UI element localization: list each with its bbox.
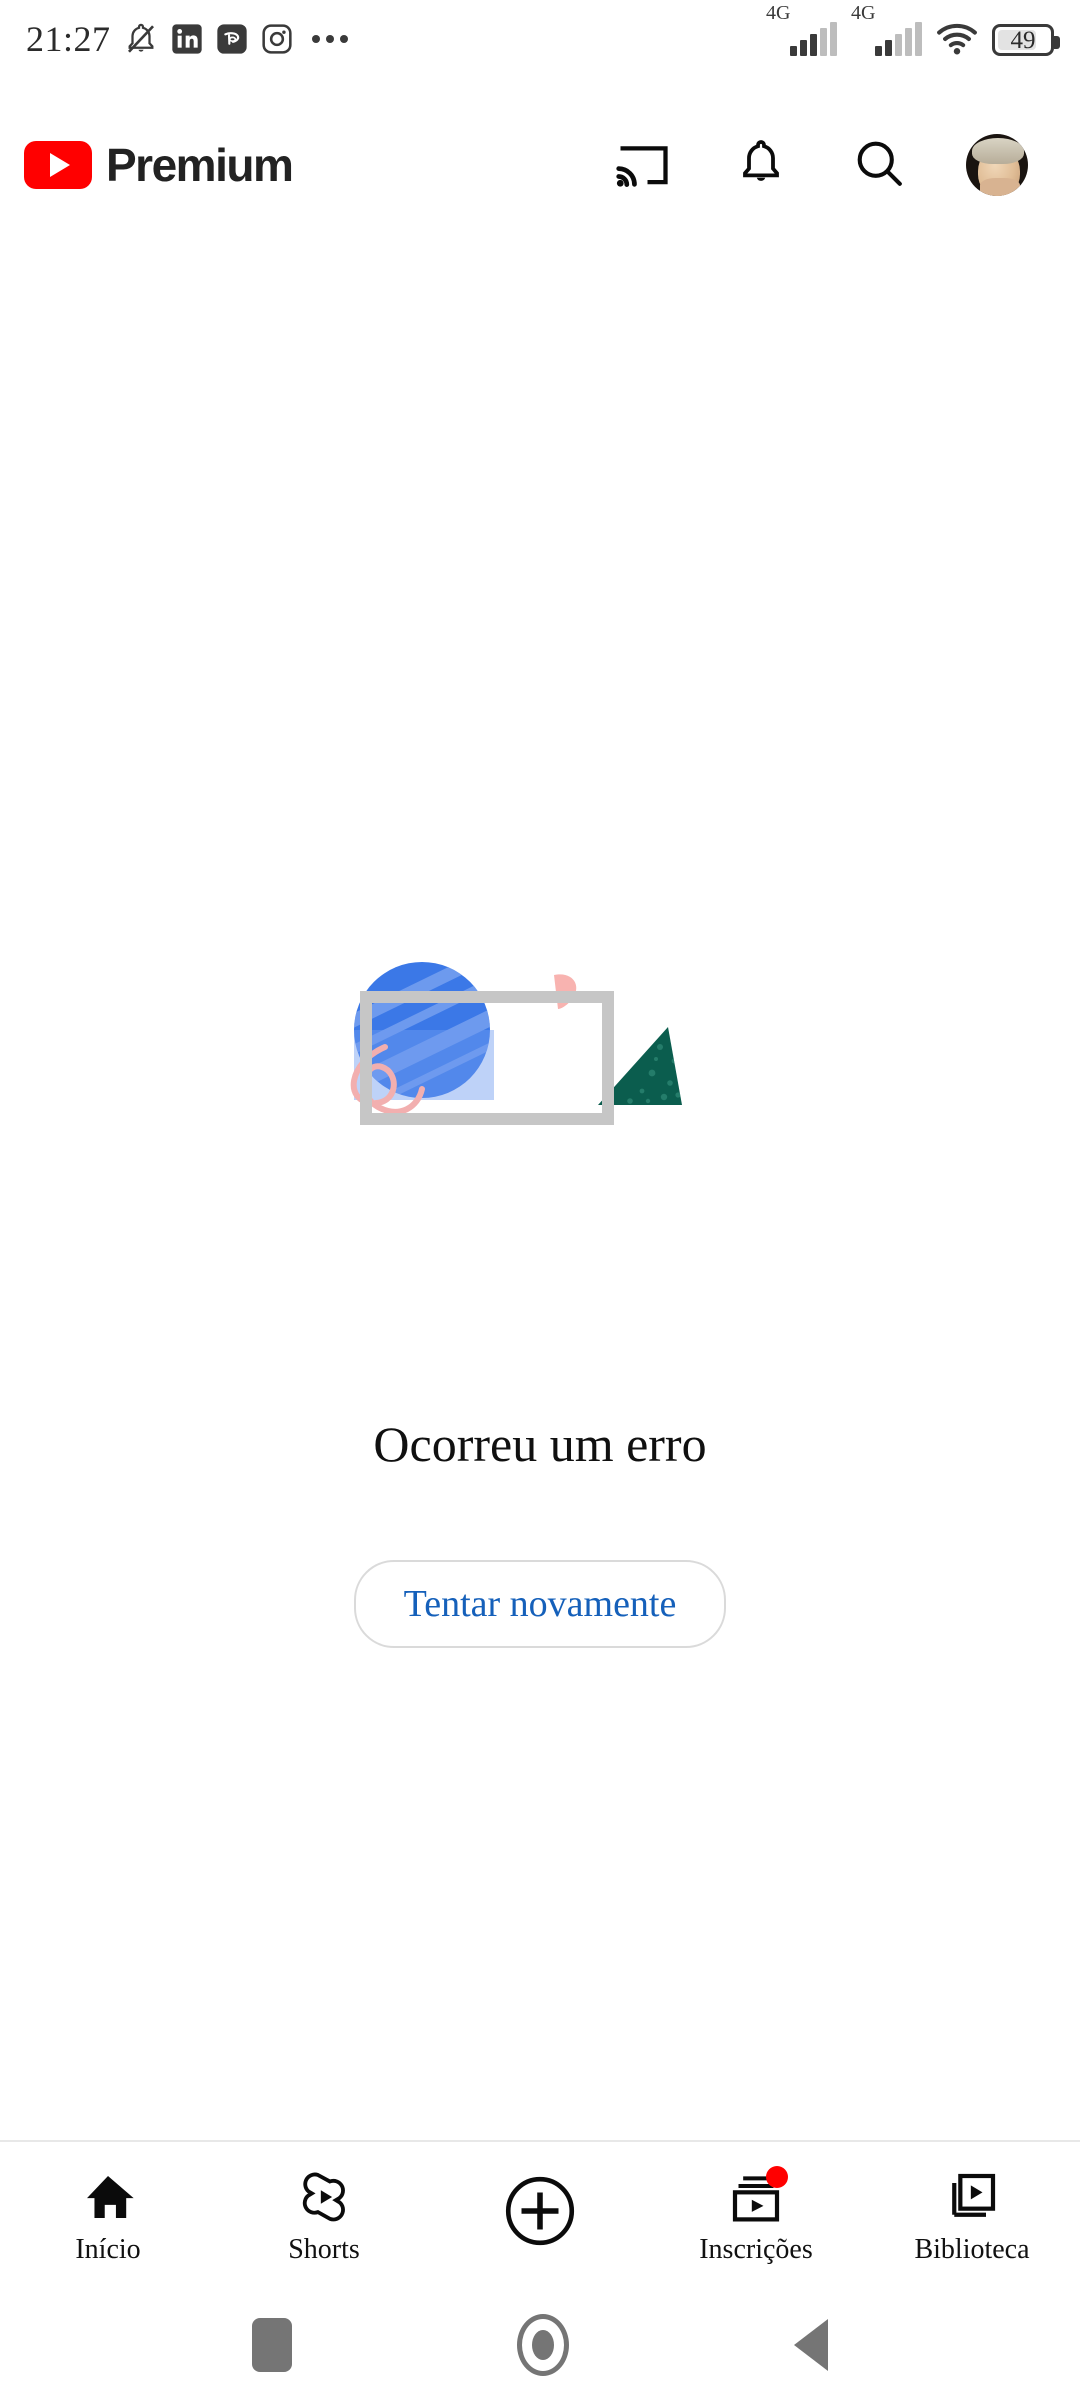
status-time: 21:27 bbox=[26, 19, 111, 59]
app-header: Premium bbox=[0, 122, 1080, 208]
system-navigation-bar bbox=[0, 2290, 1080, 2400]
bell-muted-icon bbox=[124, 21, 158, 57]
subscriptions-badge bbox=[766, 2166, 788, 2188]
bottom-navigation: Início Shorts Inscrições Biblioteca bbox=[0, 2140, 1080, 2290]
cast-button[interactable] bbox=[584, 122, 702, 208]
search-button[interactable] bbox=[820, 122, 938, 208]
nav-item-library[interactable]: Biblioteca bbox=[864, 2141, 1080, 2291]
header-actions bbox=[584, 122, 1056, 208]
home-button[interactable] bbox=[516, 2314, 569, 2376]
signal-2-icon: 4G bbox=[851, 2, 922, 56]
battery-level: 49 bbox=[1010, 26, 1036, 54]
disneyplus-icon bbox=[216, 23, 248, 55]
nav-item-create[interactable] bbox=[432, 2141, 648, 2291]
avatar bbox=[966, 134, 1028, 196]
nav-label-subscriptions: Inscrições bbox=[699, 2234, 813, 2265]
create-plus-icon bbox=[503, 2176, 577, 2246]
status-bar-right: 4G 4G 49 bbox=[766, 2, 1060, 56]
overflow-dots-icon bbox=[311, 35, 348, 43]
subscriptions-icon bbox=[728, 2166, 788, 2226]
home-icon bbox=[80, 2168, 136, 2226]
search-icon bbox=[853, 137, 905, 194]
nav-label-home: Início bbox=[75, 2234, 141, 2265]
notifications-button[interactable] bbox=[702, 122, 820, 208]
youtube-logo-icon bbox=[24, 141, 92, 189]
status-bar-left: 21:27 bbox=[26, 21, 348, 57]
nav-item-shorts[interactable]: Shorts bbox=[216, 2141, 432, 2291]
instagram-icon bbox=[261, 23, 293, 55]
brand-name: Premium bbox=[106, 139, 294, 191]
retry-button[interactable]: Tentar novamente bbox=[353, 1560, 727, 1648]
linkedin-icon bbox=[171, 23, 203, 55]
error-title: Ocorreu um erro bbox=[373, 1416, 707, 1472]
nav-item-home[interactable]: Início bbox=[0, 2141, 216, 2291]
network-1-label: 4G bbox=[766, 2, 791, 24]
library-icon bbox=[944, 2168, 1000, 2226]
retry-row: Tentar novamente bbox=[0, 1560, 1080, 1648]
back-button[interactable] bbox=[793, 2319, 828, 2371]
recent-apps-button[interactable] bbox=[252, 2318, 293, 2372]
account-button[interactable] bbox=[938, 122, 1056, 208]
phone-screen: 21:27 4G 4G 49 Premium Ocorreu um erro T… bbox=[0, 0, 1080, 2400]
wifi-icon bbox=[936, 22, 978, 56]
cast-icon bbox=[616, 138, 670, 193]
signal-1-icon: 4G bbox=[766, 2, 837, 56]
error-illustration bbox=[330, 955, 750, 1185]
status-bar: 21:27 4G 4G 49 bbox=[0, 0, 1080, 78]
bell-icon bbox=[737, 137, 785, 194]
brand-logo[interactable]: Premium bbox=[24, 138, 294, 192]
battery-icon: 49 bbox=[992, 24, 1060, 56]
nav-label-shorts: Shorts bbox=[288, 2234, 360, 2265]
nav-label-library: Biblioteca bbox=[914, 2234, 1030, 2265]
network-2-label: 4G bbox=[851, 2, 876, 24]
shorts-icon bbox=[297, 2168, 351, 2226]
nav-item-subscriptions[interactable]: Inscrições bbox=[648, 2141, 864, 2291]
